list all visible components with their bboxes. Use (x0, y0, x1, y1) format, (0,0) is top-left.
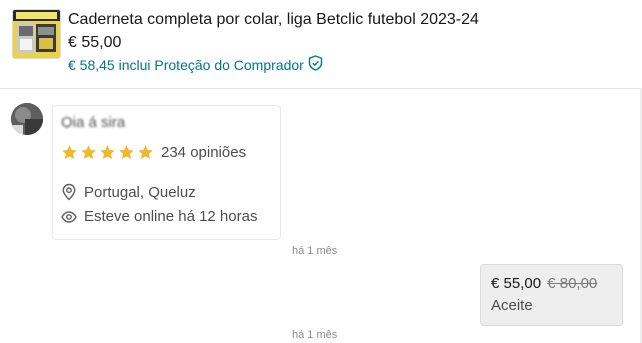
star-icon (138, 145, 153, 159)
eye-icon (61, 210, 77, 223)
offer-status: Aceite (491, 297, 533, 314)
message-timestamp: há 1 mês (292, 329, 338, 341)
offer-message: € 55,00 € 80,00 Aceite (480, 264, 623, 326)
buyer-protection-link[interactable]: € 58,45 inclui Proteção do Comprador (68, 55, 323, 74)
review-count: 234 opiniões (161, 144, 247, 161)
item-header: Caderneta completa por colar, liga Betcl… (0, 0, 642, 89)
seller-profile-card[interactable]: Qia á sira 234 opiniões Portugal, Queluz… (52, 105, 281, 240)
offer-price: € 55,00 (491, 275, 542, 292)
location-text: Portugal, Queluz (84, 183, 196, 201)
item-title[interactable]: Caderneta completa por colar, liga Betcl… (68, 11, 479, 29)
message-timestamp: há 1 mês (292, 245, 338, 257)
star-icon (100, 145, 115, 159)
star-icon (62, 145, 77, 159)
star-icon (81, 145, 96, 159)
location-pin-icon (62, 183, 76, 201)
star-icon (119, 145, 134, 159)
offer-prices: € 55,00 € 80,00 (491, 275, 597, 292)
seller-rating[interactable]: 234 opiniões (61, 144, 246, 161)
last-seen-text: Esteve online há 12 horas (84, 208, 258, 225)
shield-check-icon (308, 55, 323, 74)
avatar[interactable] (11, 103, 43, 135)
seller-name[interactable]: Qia á sira (61, 114, 125, 128)
seller-last-seen: Esteve online há 12 horas (61, 208, 257, 225)
buyer-protection-text: € 58,45 inclui Proteção do Comprador (68, 56, 304, 73)
offer-original-price: € 80,00 (547, 275, 598, 292)
item-price: € 55,00 (68, 34, 122, 51)
item-thumbnail[interactable] (12, 9, 61, 59)
seller-location: Portugal, Queluz (61, 183, 196, 201)
